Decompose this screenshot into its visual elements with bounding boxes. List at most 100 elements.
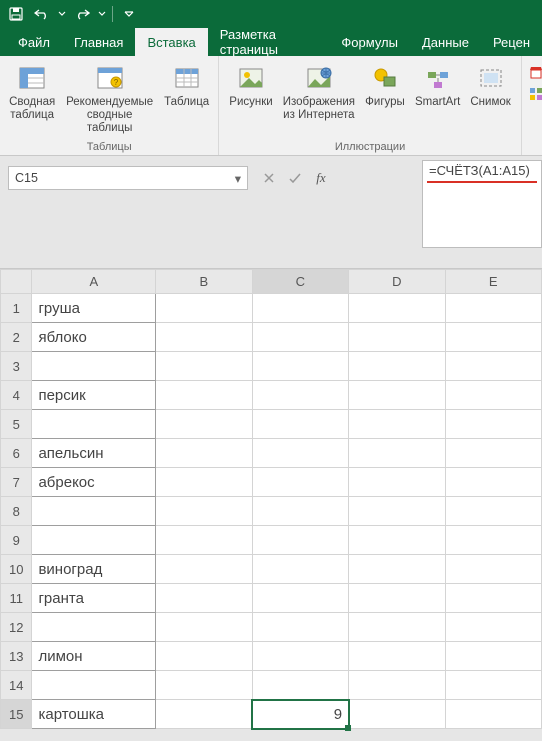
cell[interactable]: апельсин <box>32 439 156 468</box>
redo-icon[interactable] <box>70 3 94 25</box>
row-header[interactable]: 5 <box>1 410 32 439</box>
row-header[interactable]: 3 <box>1 352 32 381</box>
cell[interactable] <box>156 671 252 700</box>
row-header[interactable]: 1 <box>1 294 32 323</box>
row-header[interactable]: 10 <box>1 555 32 584</box>
cell[interactable] <box>445 526 541 555</box>
cell[interactable] <box>349 526 445 555</box>
cell[interactable] <box>156 584 252 613</box>
cell[interactable] <box>252 526 348 555</box>
shapes-button[interactable]: Фигуры <box>361 60 409 126</box>
cell[interactable] <box>349 555 445 584</box>
cell[interactable] <box>349 700 445 729</box>
cell[interactable] <box>156 381 252 410</box>
tab-insert[interactable]: Вставка <box>135 28 207 56</box>
cell[interactable] <box>445 323 541 352</box>
spreadsheet[interactable]: A B C D E 1груша2яблоко34персик56апельси… <box>0 268 542 729</box>
customize-qat-icon[interactable] <box>117 3 141 25</box>
row-header[interactable]: 4 <box>1 381 32 410</box>
cell[interactable] <box>445 497 541 526</box>
cell[interactable]: виноград <box>32 555 156 584</box>
cell[interactable] <box>445 439 541 468</box>
cell[interactable] <box>32 671 156 700</box>
cell[interactable] <box>156 352 252 381</box>
name-box-dropdown-icon[interactable]: ▾ <box>235 171 241 186</box>
cancel-formula-button[interactable] <box>256 166 282 190</box>
cell[interactable] <box>156 294 252 323</box>
cell[interactable] <box>349 584 445 613</box>
cell[interactable] <box>156 323 252 352</box>
cell[interactable] <box>252 352 348 381</box>
cell[interactable] <box>32 497 156 526</box>
cell[interactable] <box>156 642 252 671</box>
cell[interactable] <box>349 352 445 381</box>
cell[interactable] <box>156 700 252 729</box>
cell[interactable] <box>252 381 348 410</box>
cell[interactable] <box>252 323 348 352</box>
name-box[interactable]: C15 ▾ <box>8 166 248 190</box>
col-header-d[interactable]: D <box>349 270 445 294</box>
cell[interactable] <box>252 613 348 642</box>
cell[interactable] <box>445 294 541 323</box>
select-all-corner[interactable] <box>1 270 32 294</box>
tab-data[interactable]: Данные <box>410 28 481 56</box>
cell[interactable] <box>156 613 252 642</box>
row-header[interactable]: 2 <box>1 323 32 352</box>
cell[interactable] <box>445 352 541 381</box>
cell[interactable] <box>252 294 348 323</box>
undo-icon[interactable] <box>30 3 54 25</box>
cell[interactable] <box>445 555 541 584</box>
row-header[interactable]: 11 <box>1 584 32 613</box>
redo-dropdown-icon[interactable] <box>96 3 108 25</box>
row-header[interactable]: 14 <box>1 671 32 700</box>
cell[interactable]: картошка <box>32 700 156 729</box>
col-header-b[interactable]: B <box>156 270 252 294</box>
cell[interactable]: яблоко <box>32 323 156 352</box>
cell[interactable] <box>445 642 541 671</box>
col-header-a[interactable]: A <box>32 270 156 294</box>
cell[interactable]: 9 <box>252 700 348 729</box>
save-icon[interactable] <box>4 3 28 25</box>
cell[interactable] <box>32 410 156 439</box>
cell[interactable] <box>349 468 445 497</box>
store-button[interactable]: Ма <box>528 64 542 80</box>
cell[interactable] <box>349 613 445 642</box>
tab-home[interactable]: Главная <box>62 28 135 56</box>
row-header[interactable]: 12 <box>1 613 32 642</box>
tab-page-layout[interactable]: Разметка страницы <box>208 28 330 56</box>
cell[interactable] <box>445 613 541 642</box>
tab-review[interactable]: Рецен <box>481 28 542 56</box>
my-addins-button[interactable]: Мо <box>528 86 542 102</box>
cell[interactable] <box>32 526 156 555</box>
online-pictures-button[interactable]: Изображения из Интернета <box>279 60 359 126</box>
cell[interactable] <box>252 468 348 497</box>
cell[interactable] <box>156 555 252 584</box>
cell[interactable]: груша <box>32 294 156 323</box>
row-header[interactable]: 8 <box>1 497 32 526</box>
insert-function-button[interactable]: fx <box>308 166 334 190</box>
cell[interactable] <box>156 497 252 526</box>
col-header-e[interactable]: E <box>445 270 541 294</box>
cell[interactable] <box>445 671 541 700</box>
row-header[interactable]: 6 <box>1 439 32 468</box>
formula-input[interactable]: =СЧЁТЗ(A1:A15) <box>422 160 542 248</box>
cell[interactable]: гранта <box>32 584 156 613</box>
col-header-c[interactable]: C <box>252 270 348 294</box>
row-header[interactable]: 9 <box>1 526 32 555</box>
cell[interactable] <box>156 439 252 468</box>
cell[interactable] <box>32 352 156 381</box>
cell[interactable] <box>349 439 445 468</box>
cell[interactable] <box>252 439 348 468</box>
cell[interactable] <box>349 497 445 526</box>
cell[interactable] <box>32 613 156 642</box>
cell[interactable] <box>349 294 445 323</box>
cell[interactable]: персик <box>32 381 156 410</box>
cell[interactable] <box>252 555 348 584</box>
cell[interactable] <box>349 410 445 439</box>
smartart-button[interactable]: SmartArt <box>411 60 464 126</box>
cell[interactable] <box>349 642 445 671</box>
cell[interactable] <box>445 410 541 439</box>
cell[interactable] <box>252 497 348 526</box>
cell[interactable] <box>445 381 541 410</box>
cell[interactable]: лимон <box>32 642 156 671</box>
